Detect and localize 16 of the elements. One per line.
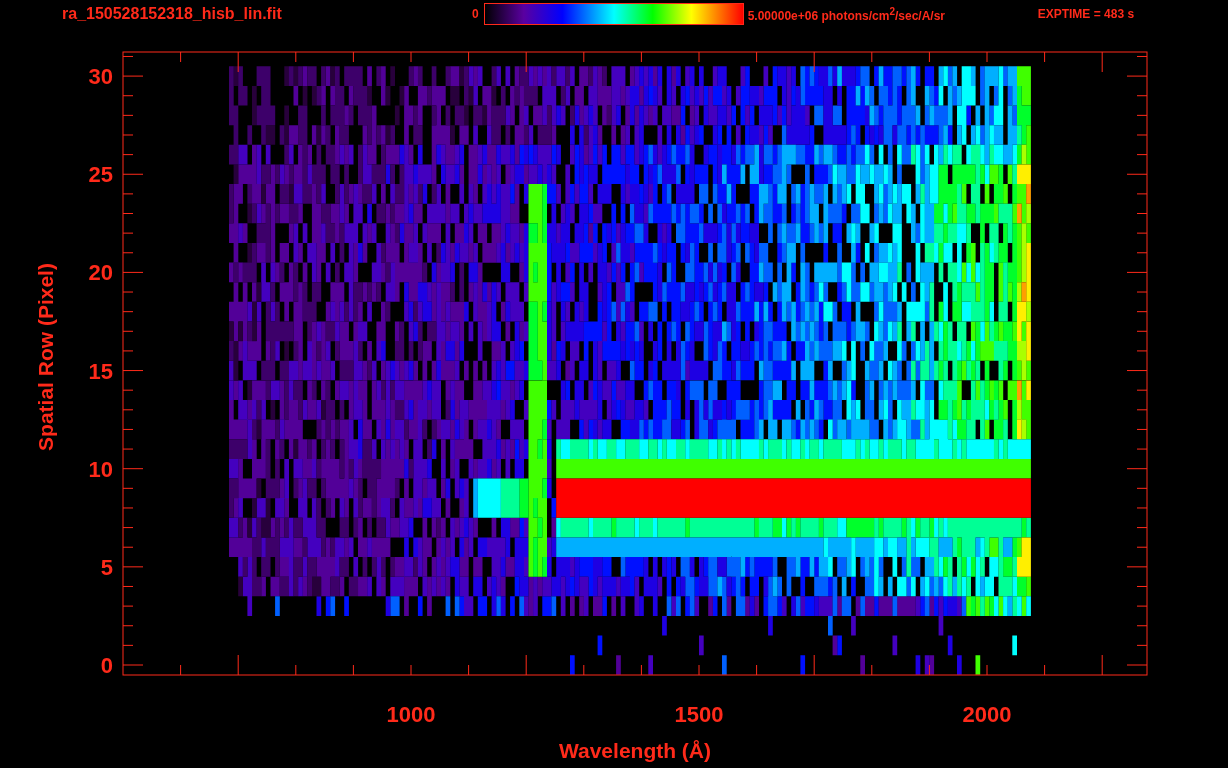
y-tick-label: 0: [100, 653, 113, 678]
x-tick-label: 1000: [386, 702, 436, 727]
colorbar-max-label: 5.00000e+06 photons/cm$^{2}$/sec/A/sr: [747, 5, 947, 23]
y-tick-label: 25: [88, 162, 113, 188]
y-tick-label: 10: [88, 456, 113, 482]
y-axis-title: Spatial Row (Pixel): [34, 263, 57, 451]
colorbar-min-label: 0: [472, 7, 479, 21]
x-tick-label: 2000: [962, 702, 1012, 727]
y-tick-label: 15: [88, 358, 113, 384]
file-title: ra_150528152318_hisb_lin.fit: [62, 5, 283, 23]
y-tick-label: 30: [88, 64, 113, 90]
y-tick-label: 20: [88, 260, 113, 286]
y-tick-label: 5: [100, 554, 113, 580]
exposure-time: EXPTIME = 483 s: [1037, 7, 1135, 21]
x-tick-label: 1500: [674, 702, 724, 727]
x-axis-title: Wavelength (Å): [558, 739, 712, 762]
